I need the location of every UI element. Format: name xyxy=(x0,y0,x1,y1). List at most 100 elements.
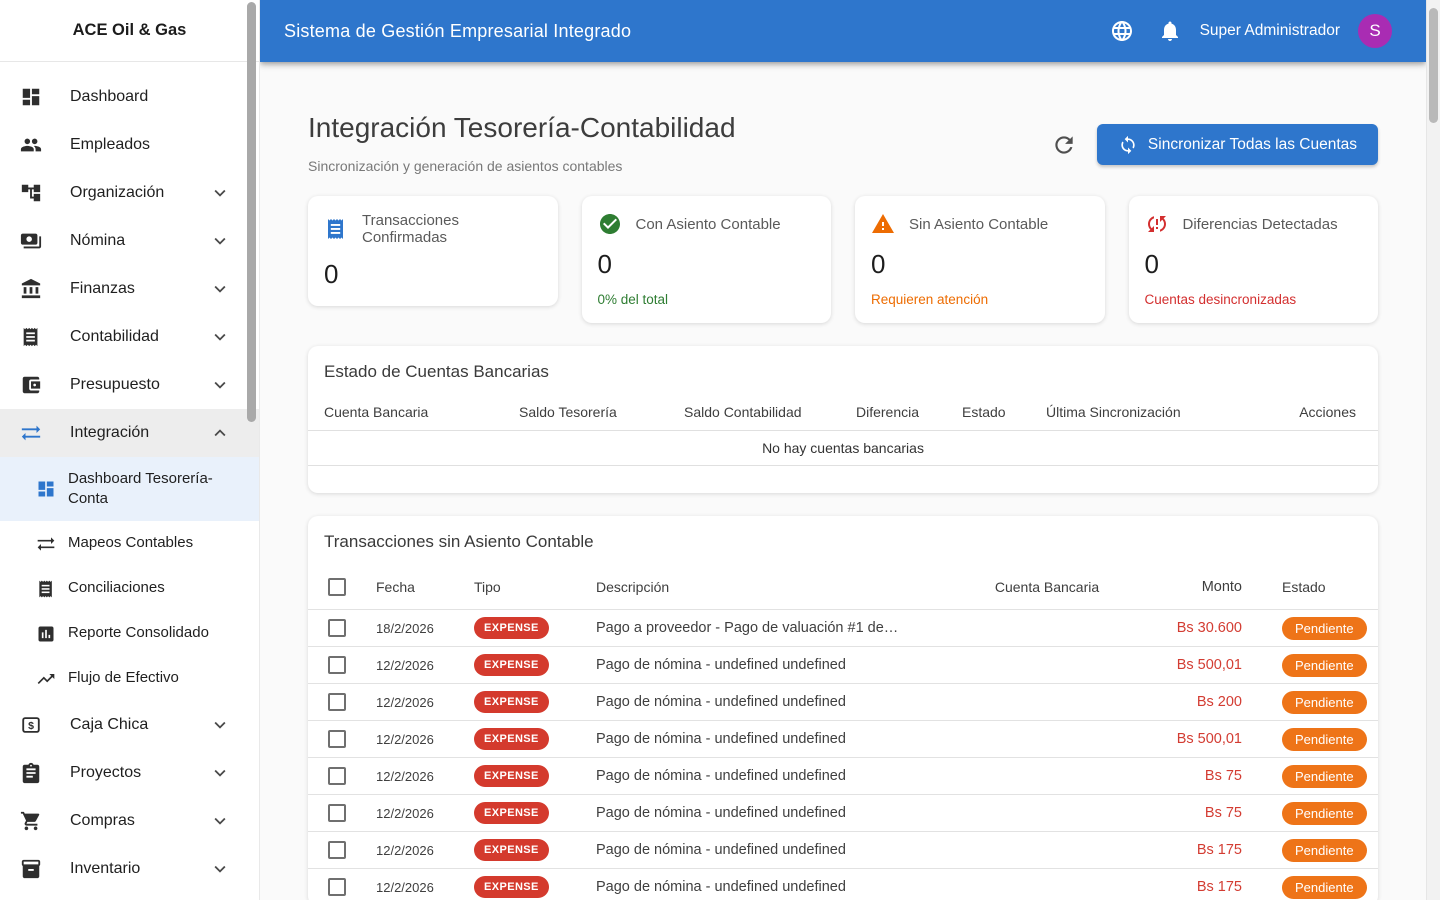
transaction-status-badge: Pendiente xyxy=(1282,876,1367,899)
sidebar-item-label: Contabilidad xyxy=(70,326,159,348)
transaction-account xyxy=(962,795,1132,832)
sidebar-item-empleados[interactable]: Empleados xyxy=(0,121,259,169)
sync-problem-icon xyxy=(1145,212,1169,236)
transaction-row[interactable]: 18/2/2026EXPENSEPago a proveedor - Pago … xyxy=(308,610,1378,647)
transaction-status-cell: Pendiente xyxy=(1242,795,1378,832)
sidebar-item-compras[interactable]: Compras xyxy=(0,797,259,845)
row-checkbox[interactable] xyxy=(328,693,346,711)
transaction-description: Pago de nómina - undefined undefined xyxy=(584,647,962,684)
transaction-description-text: Pago de nómina - undefined undefined xyxy=(596,842,846,858)
accounts-empty-message: No hay cuentas bancarias xyxy=(308,431,1378,466)
sidebar-item-dashboard-tesorer-a-conta[interactable]: Dashboard Tesorería-Conta xyxy=(0,457,259,521)
transaction-type-cell: EXPENSE xyxy=(462,795,584,832)
transaction-row[interactable]: 12/2/2026EXPENSE Pago de nómina - undefin… xyxy=(308,795,1378,832)
row-checkbox-cell xyxy=(308,758,364,795)
stat-card-diferencias-detectadas: Diferencias Detectadas0Cuentas desincron… xyxy=(1129,196,1379,323)
row-checkbox[interactable] xyxy=(328,804,346,822)
transaction-type-cell: EXPENSE xyxy=(462,869,584,900)
check-circle-icon xyxy=(598,212,622,236)
sidebar-item-reporte-consolidado[interactable]: Reporte Consolidado xyxy=(0,611,259,656)
refresh-button[interactable] xyxy=(1051,132,1077,158)
transaction-row[interactable]: 12/2/2026EXPENSEPago de nómina - undefin… xyxy=(308,869,1378,900)
sidebar-item-label: Empleados xyxy=(70,134,150,156)
transaction-status-cell: Pendiente xyxy=(1242,647,1378,684)
row-checkbox[interactable] xyxy=(328,878,346,896)
transaction-row[interactable]: 12/2/2026EXPENSEPago de nómina - undefin… xyxy=(308,647,1378,684)
stat-card-note: 0% del total xyxy=(598,292,816,307)
sidebar-item-integraci-n[interactable]: Integración xyxy=(0,409,259,457)
page-scrollbar-thumb[interactable] xyxy=(1429,8,1438,123)
transactions-column-fecha: Fecha xyxy=(364,566,462,610)
sidebar-item-contabilidad[interactable]: Contabilidad xyxy=(0,313,259,361)
transaction-type-cell: EXPENSE xyxy=(462,684,584,721)
row-checkbox[interactable] xyxy=(328,656,346,674)
transaction-account xyxy=(962,684,1132,721)
row-checkbox-cell xyxy=(308,869,364,900)
transactions-section: Transacciones sin Asiento Contable Fecha… xyxy=(308,516,1378,900)
sidebar-item-n-mina[interactable]: Nómina xyxy=(0,217,259,265)
sidebar-item-inventario[interactable]: Inventario xyxy=(0,845,259,893)
transaction-row[interactable]: 12/2/2026EXPENSEPago de nómina - undefin… xyxy=(308,721,1378,758)
transaction-account xyxy=(962,832,1132,869)
sidebar-item-label: Proyectos xyxy=(70,762,141,784)
stat-card-note: Cuentas desincronizadas xyxy=(1145,292,1363,307)
receipt-icon xyxy=(324,217,348,241)
transaction-date: 12/2/2026 xyxy=(364,721,462,758)
sidebar-item-label: Dashboard Tesorería-Conta xyxy=(68,469,226,510)
transaction-row[interactable]: 12/2/2026EXPENSEPago de nómina - undefin… xyxy=(308,684,1378,721)
transaction-type-cell: EXPENSE xyxy=(462,758,584,795)
transaction-status-cell: Pendiente xyxy=(1242,832,1378,869)
sidebar-item-conciliaciones[interactable]: Conciliaciones xyxy=(0,566,259,611)
sidebar-item-label: Reporte Consolidado xyxy=(68,623,209,643)
transaction-row[interactable]: 12/2/2026EXPENSEPago de nómina - undefin… xyxy=(308,758,1378,795)
chevron-down-icon xyxy=(209,182,231,204)
transaction-amount: Bs 175 xyxy=(1132,832,1242,869)
select-all-checkbox[interactable] xyxy=(328,578,346,596)
stat-card-con-asiento-contable: Con Asiento Contable00% del total xyxy=(582,196,832,323)
sidebar-item-label: Caja Chica xyxy=(70,714,148,736)
transaction-row[interactable]: 12/2/2026EXPENSEPago de nómina - undefin… xyxy=(308,832,1378,869)
svg-text:$: $ xyxy=(28,720,34,732)
transaction-date: 12/2/2026 xyxy=(364,795,462,832)
page-scrollbar[interactable] xyxy=(1426,0,1440,900)
row-checkbox[interactable] xyxy=(328,841,346,859)
row-checkbox[interactable] xyxy=(328,730,346,748)
globe-icon[interactable] xyxy=(1110,19,1134,43)
dashboard-icon xyxy=(20,86,42,108)
bell-icon[interactable] xyxy=(1158,19,1182,43)
avatar[interactable]: S xyxy=(1358,14,1392,48)
transaction-date: 12/2/2026 xyxy=(364,647,462,684)
select-all-cell xyxy=(308,566,364,610)
sidebar-item-label: Inventario xyxy=(70,858,140,880)
transaction-status-badge: Pendiente xyxy=(1282,691,1367,714)
app-title: Sistema de Gestión Empresarial Integrado xyxy=(284,21,631,42)
row-checkbox-cell xyxy=(308,721,364,758)
sidebar-item-mapeos-contables[interactable]: Mapeos Contables xyxy=(0,521,259,566)
transaction-account xyxy=(962,610,1132,647)
chevron-down-icon xyxy=(209,278,231,300)
sidebar-item-organizaci-n[interactable]: Organización xyxy=(0,169,259,217)
sidebar-item-caja-chica[interactable]: $ Caja Chica xyxy=(0,701,259,749)
transaction-date: 12/2/2026 xyxy=(364,832,462,869)
sidebar-item-dashboard[interactable]: Dashboard xyxy=(0,73,259,121)
sidebar-item-flujo-de-efectivo[interactable]: Flujo de Efectivo xyxy=(0,656,259,701)
transaction-description-text: Pago de nómina - undefined undefined xyxy=(596,879,846,895)
transaction-type-badge: EXPENSE xyxy=(474,876,549,898)
sidebar-item-proyectos[interactable]: Proyectos xyxy=(0,749,259,797)
transaction-amount: Bs 175 xyxy=(1132,869,1242,900)
transactions-column-monto: Monto xyxy=(1132,566,1242,610)
stat-card-value: 0 xyxy=(871,249,1089,280)
sidebar-item-presupuesto[interactable]: Presupuesto xyxy=(0,361,259,409)
accounts-column-cuenta-bancaria: Cuenta Bancaria xyxy=(308,396,519,431)
sidebar-scrollbar-thumb[interactable] xyxy=(247,2,256,422)
transaction-description-text: Pago de nómina - undefined undefined xyxy=(596,805,846,821)
accounts-section-title: Estado de Cuentas Bancarias xyxy=(308,362,1378,396)
chevron-down-icon xyxy=(209,762,231,784)
stat-card-label: Diferencias Detectadas xyxy=(1183,216,1338,233)
row-checkbox[interactable] xyxy=(328,767,346,785)
sidebar-item-finanzas[interactable]: Finanzas xyxy=(0,265,259,313)
row-checkbox[interactable] xyxy=(328,619,346,637)
transaction-amount: Bs 500,01 xyxy=(1132,721,1242,758)
transaction-status-badge: Pendiente xyxy=(1282,839,1367,862)
sync-all-button[interactable]: Sincronizar Todas las Cuentas xyxy=(1097,124,1378,165)
